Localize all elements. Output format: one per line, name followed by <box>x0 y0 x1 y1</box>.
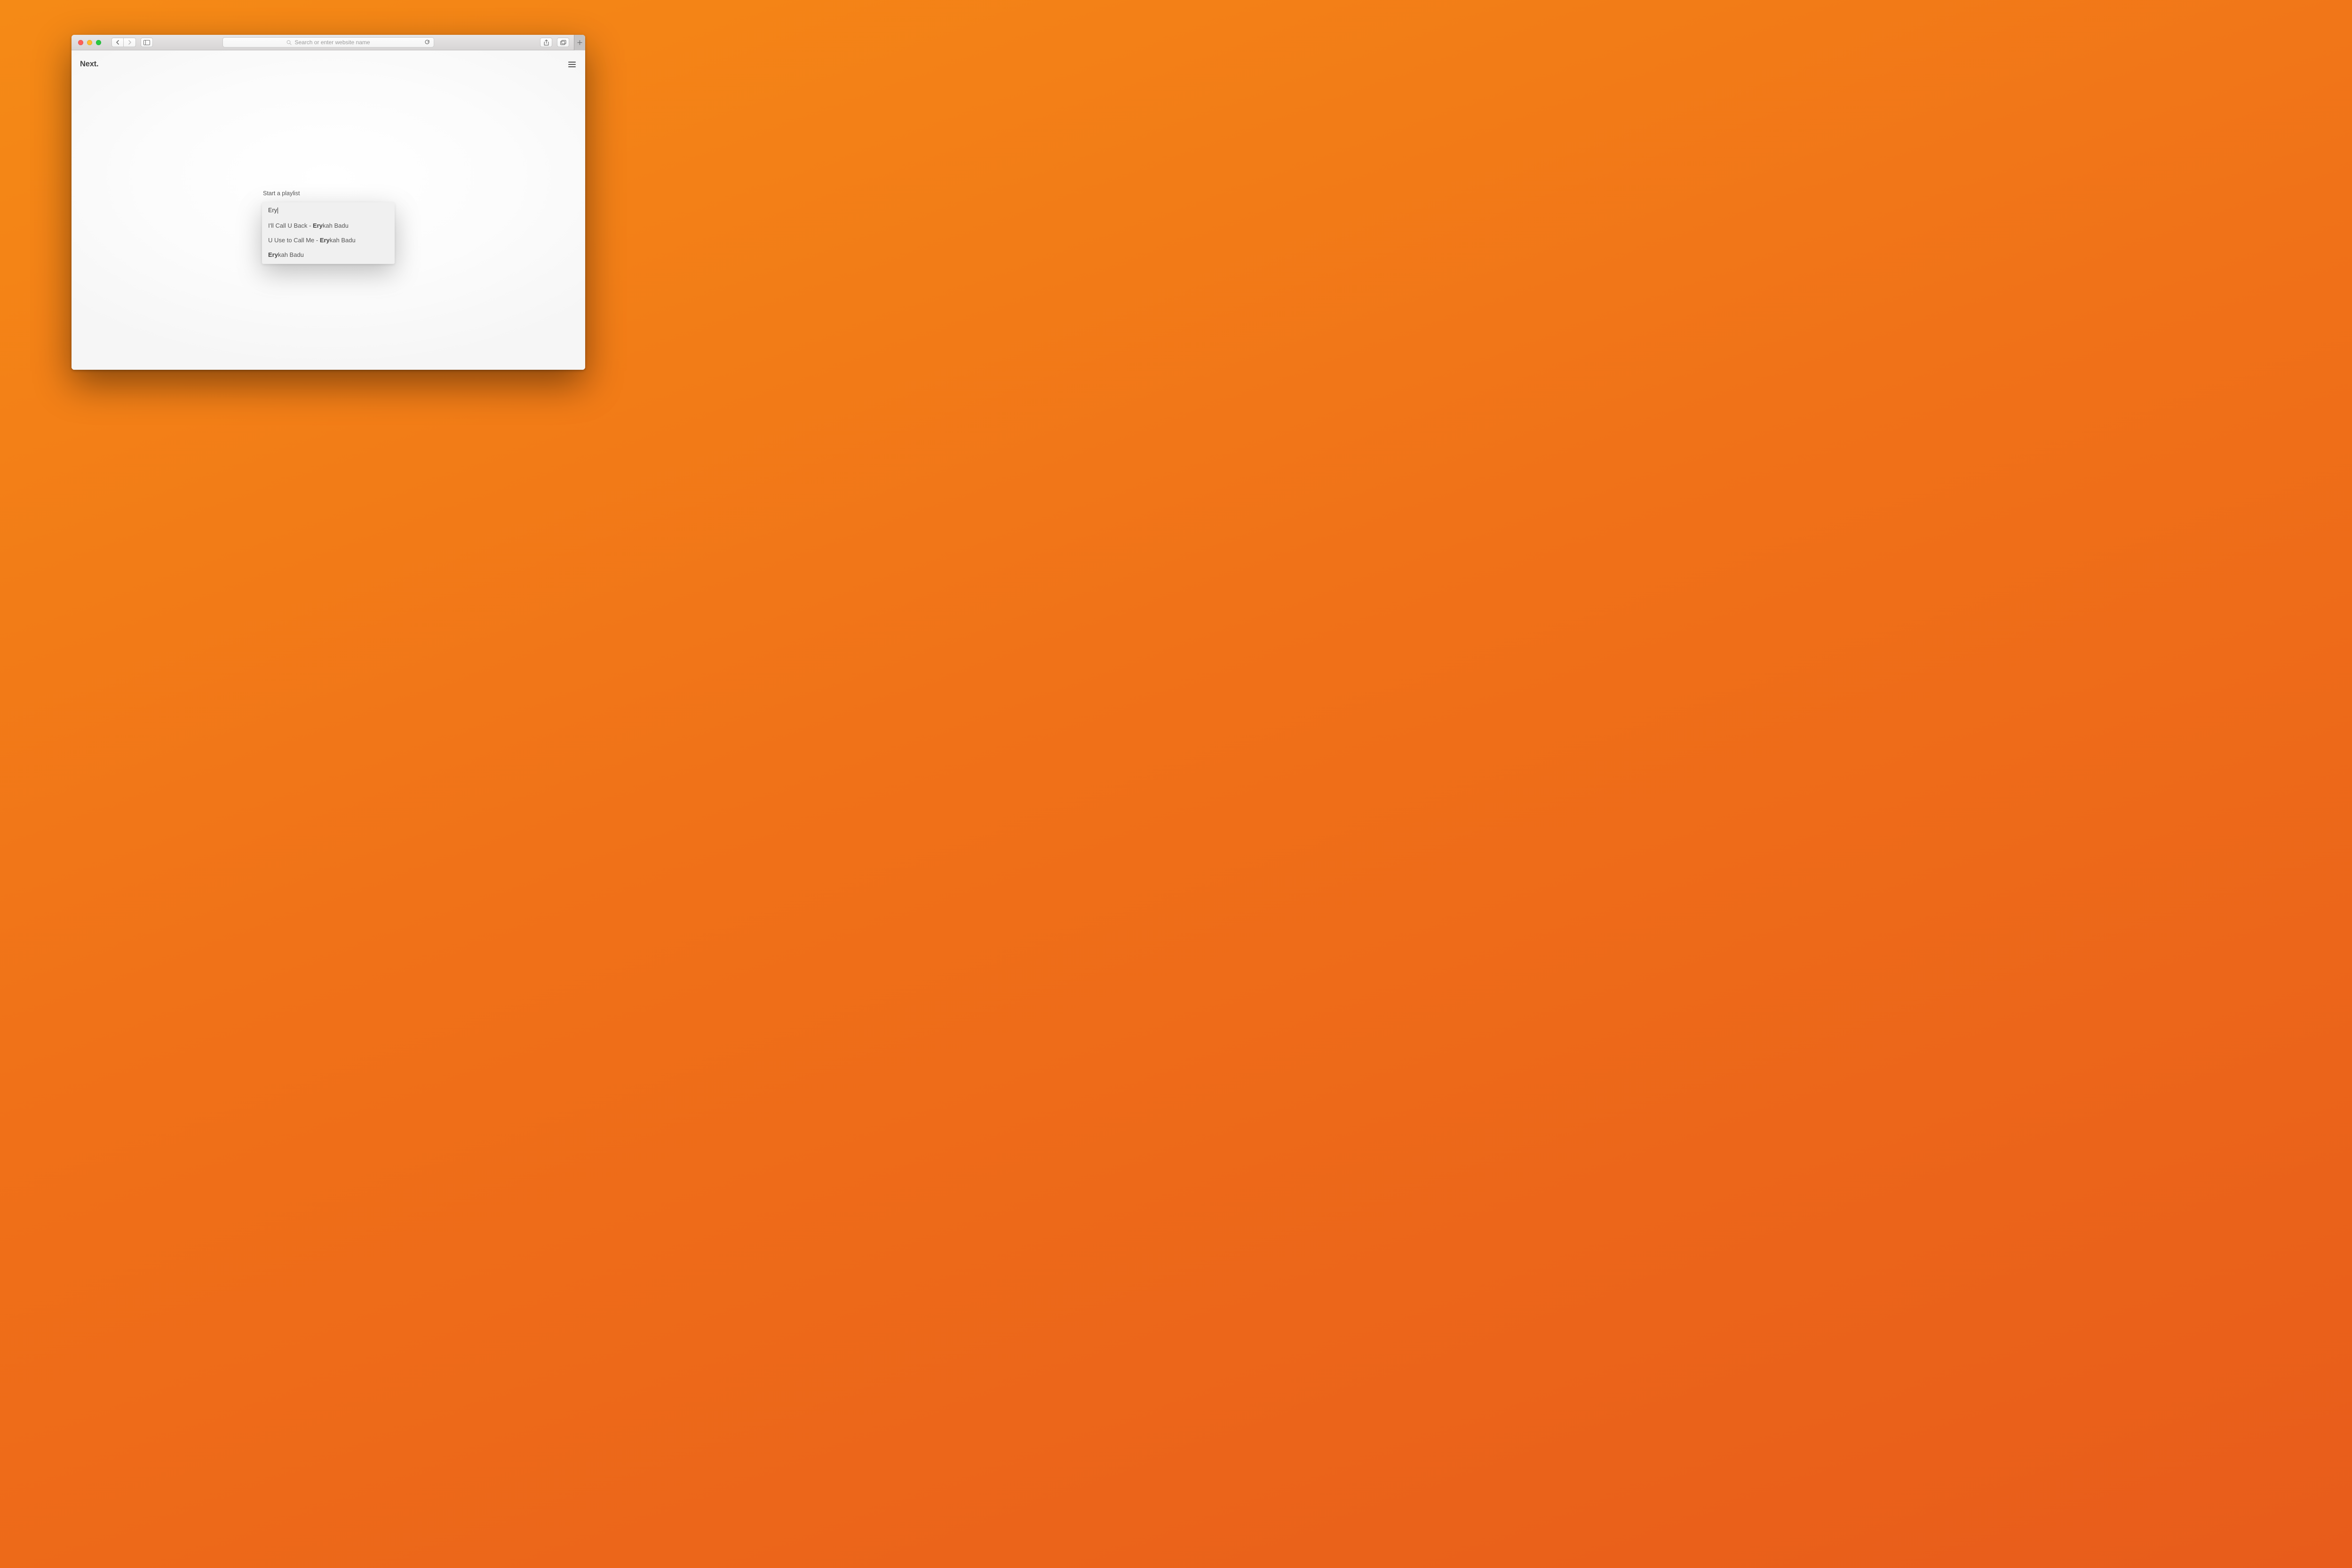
window-close-button[interactable] <box>78 40 83 45</box>
suggestion-item[interactable]: I'll Call U Back - Erykah Badu <box>262 218 395 233</box>
share-button[interactable] <box>540 38 552 47</box>
tabs-icon <box>560 40 566 45</box>
sidebar-icon <box>143 40 150 45</box>
address-bar[interactable]: Search or enter website name <box>222 37 434 48</box>
window-maximize-button[interactable] <box>96 40 101 45</box>
reload-icon <box>424 40 430 45</box>
playlist-search: Start a playlist Ery I'll Call U Back - … <box>262 190 395 264</box>
show-tabs-button[interactable] <box>557 38 569 47</box>
address-placeholder: Search or enter website name <box>294 39 370 46</box>
suggestion-item[interactable]: Erykah Badu <box>262 247 395 262</box>
search-input-value: Ery <box>268 207 277 214</box>
address-bar-container: Search or enter website name <box>222 37 434 48</box>
suggestion-suffix: kah Badu <box>278 251 304 258</box>
hamburger-icon <box>568 62 576 63</box>
window-minimize-button[interactable] <box>87 40 92 45</box>
menu-button[interactable] <box>568 62 576 67</box>
sidebar-toggle-button[interactable] <box>141 38 153 47</box>
suggestion-match: Ery <box>320 237 330 244</box>
window-controls <box>78 40 101 45</box>
search-label: Start a playlist <box>263 190 395 197</box>
chevron-left-icon <box>116 40 119 45</box>
plus-icon <box>577 40 582 45</box>
reload-button[interactable] <box>424 40 430 45</box>
suggestion-match: Ery <box>268 251 278 258</box>
browser-window: Search or enter website name Next. <box>72 35 585 370</box>
app-title: Next. <box>80 60 98 69</box>
search-input[interactable]: Ery <box>262 202 395 218</box>
forward-button[interactable] <box>124 38 136 47</box>
suggestion-match: Ery <box>313 222 323 229</box>
suggestion-prefix: U Use to Call Me - <box>268 237 320 244</box>
suggestion-suffix: kah Badu <box>323 222 349 229</box>
navigation-buttons <box>111 38 136 47</box>
share-icon <box>544 40 549 46</box>
suggestion-suffix: kah Badu <box>330 237 356 244</box>
search-icon <box>286 40 292 45</box>
back-button[interactable] <box>111 38 124 47</box>
autocomplete-dropdown: Ery I'll Call U Back - Erykah BaduU Use … <box>262 202 395 264</box>
toolbar-right <box>540 35 585 50</box>
suggestion-item[interactable]: U Use to Call Me - Erykah Badu <box>262 233 395 247</box>
browser-toolbar: Search or enter website name <box>72 35 585 50</box>
page-content: Next. Start a playlist Ery I'll Call U B… <box>72 50 585 370</box>
new-tab-button[interactable] <box>574 35 585 50</box>
chevron-right-icon <box>128 40 132 45</box>
suggestion-prefix: I'll Call U Back - <box>268 222 313 229</box>
